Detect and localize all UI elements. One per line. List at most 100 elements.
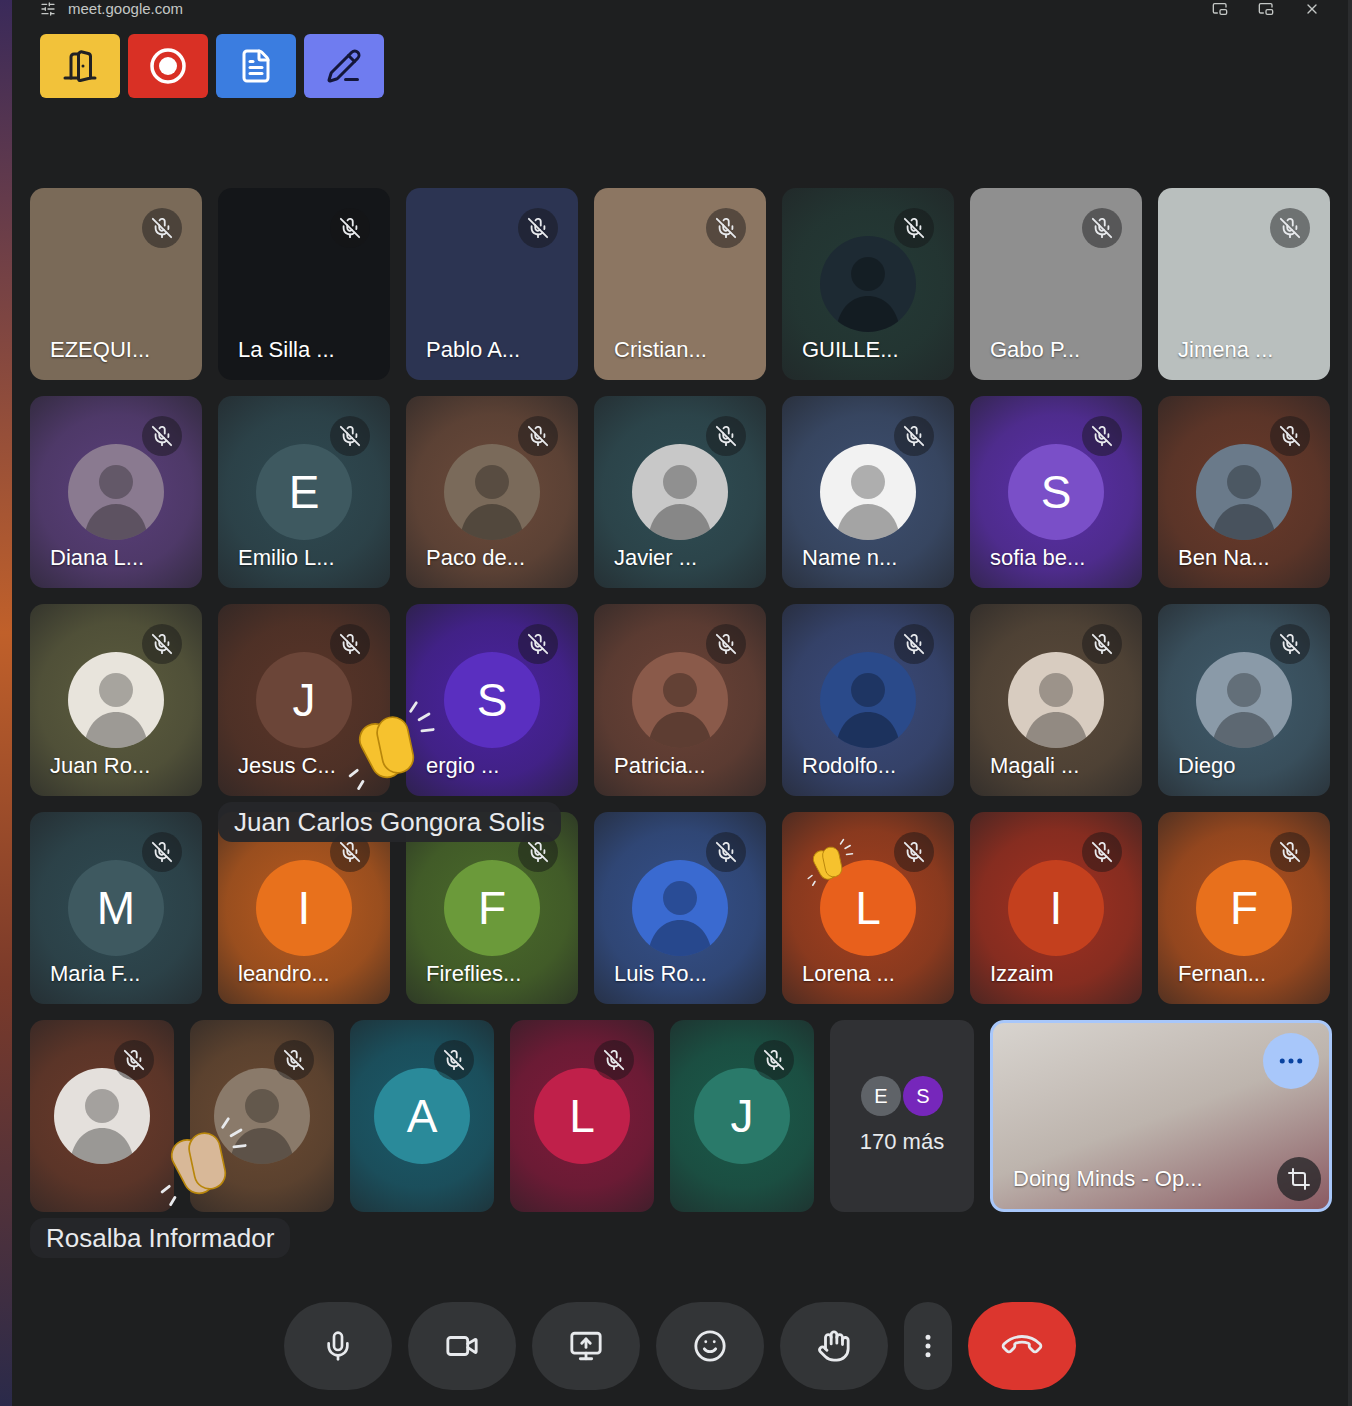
participant-avatar: M xyxy=(68,860,164,956)
close-icon[interactable] xyxy=(1304,1,1320,17)
participant-name: Magali ... xyxy=(990,752,1134,780)
participant-avatar xyxy=(820,652,916,748)
mic-off-icon xyxy=(715,633,737,655)
mic-off-icon xyxy=(339,425,361,447)
leave-call-button[interactable] xyxy=(968,1302,1076,1390)
participant-name: GUILLE... xyxy=(802,336,946,364)
muted-badge xyxy=(114,1040,154,1080)
self-name: Doing Minds - Op... xyxy=(1013,1165,1269,1193)
participant-tile[interactable]: La Silla ... xyxy=(218,188,390,380)
participant-name: Gabo P... xyxy=(990,336,1134,364)
self-tile[interactable]: Doing Minds - Op... xyxy=(990,1020,1332,1212)
camera-button[interactable] xyxy=(408,1302,516,1390)
participant-tile[interactable]: Luis Ro... xyxy=(594,812,766,1004)
reactions-button[interactable] xyxy=(656,1302,764,1390)
participant-tile[interactable]: JJesus C...Juan Carlos Gongora Solis xyxy=(218,604,390,796)
mic-off-icon xyxy=(527,217,549,239)
mic-off-icon xyxy=(1279,217,1301,239)
participant-tile[interactable]: Juan Ro... xyxy=(30,604,202,796)
more-options-button[interactable] xyxy=(904,1302,952,1390)
participant-name: ergio ... xyxy=(426,752,570,780)
mic-off-icon xyxy=(123,1049,145,1071)
muted-badge xyxy=(706,416,746,456)
mic-off-icon xyxy=(715,217,737,239)
participant-tile[interactable]: Diego xyxy=(1158,604,1330,796)
participant-tile[interactable]: Javier ... xyxy=(594,396,766,588)
whiteboard-button[interactable] xyxy=(304,34,384,98)
participant-name: Emilio L... xyxy=(238,544,382,572)
participant-name: Rodolfo... xyxy=(802,752,946,780)
person-photo-icon xyxy=(214,1068,310,1164)
mic-off-icon xyxy=(527,425,549,447)
muted-badge xyxy=(1270,416,1310,456)
participant-tile[interactable]: LLorena ... xyxy=(782,812,954,1004)
participant-avatar xyxy=(820,444,916,540)
participant-tile[interactable]: Paco de... xyxy=(406,396,578,588)
person-photo-icon xyxy=(632,444,728,540)
present-button[interactable] xyxy=(532,1302,640,1390)
participant-tile[interactable]: Pablo A... xyxy=(406,188,578,380)
participant-tile[interactable]: Jimena ... xyxy=(1158,188,1330,380)
participant-name: Maria F... xyxy=(50,960,194,988)
participant-avatar: S xyxy=(1008,444,1104,540)
person-photo-icon xyxy=(1196,444,1292,540)
muted-badge xyxy=(330,624,370,664)
picture-in-picture-icon[interactable] xyxy=(1258,1,1274,17)
record-icon xyxy=(148,46,188,86)
participant-name: Jimena ... xyxy=(1178,336,1322,364)
participant-tile[interactable]: Name n... xyxy=(782,396,954,588)
person-photo-icon xyxy=(1196,652,1292,748)
mic-off-icon xyxy=(339,633,361,655)
participant-tile[interactable]: M Maria F... xyxy=(30,812,202,1004)
participant-tile[interactable]: EZEQUI... xyxy=(30,188,202,380)
participant-tile[interactable]: E Emilio L... xyxy=(218,396,390,588)
record-button[interactable] xyxy=(128,34,208,98)
muted-badge xyxy=(142,416,182,456)
mic-button[interactable] xyxy=(284,1302,392,1390)
participant-tile[interactable]: GUILLE... xyxy=(782,188,954,380)
muted-badge xyxy=(706,832,746,872)
more-participants-tile[interactable]: ES170 más xyxy=(830,1020,974,1212)
participant-avatar xyxy=(54,1068,150,1164)
door-icon xyxy=(62,48,98,84)
participant-name: Lorena ... xyxy=(802,960,946,988)
site-settings-icon[interactable] xyxy=(40,1,56,17)
muted-badge xyxy=(1270,208,1310,248)
participant-tile[interactable]: Rodolfo... xyxy=(782,604,954,796)
raise-hand-button[interactable] xyxy=(780,1302,888,1390)
participant-tile[interactable]: Sergio ... xyxy=(406,604,578,796)
transcript-button[interactable] xyxy=(216,34,296,98)
participant-tile[interactable]: Gabo P... xyxy=(970,188,1142,380)
muted-badge xyxy=(706,624,746,664)
participant-name: Izzaim xyxy=(990,960,1134,988)
participant-tile[interactable]: Magali ... xyxy=(970,604,1142,796)
participant-tile[interactable]: Ssofia be... xyxy=(970,396,1142,588)
participant-name: Pablo A... xyxy=(426,336,570,364)
reaction-badge xyxy=(806,838,854,886)
self-more-button[interactable] xyxy=(1263,1033,1319,1089)
participant-avatar: I xyxy=(256,860,352,956)
participant-tile[interactable]: Patricia... xyxy=(594,604,766,796)
participant-avatar xyxy=(1196,652,1292,748)
muted-badge xyxy=(434,1040,474,1080)
participant-tile[interactable]: L xyxy=(510,1020,654,1212)
mic-off-icon xyxy=(283,1049,305,1071)
muted-badge xyxy=(518,208,558,248)
participant-tile[interactable]: FFernan... xyxy=(1158,812,1330,1004)
muted-badge xyxy=(1082,624,1122,664)
participant-avatar: E xyxy=(256,444,352,540)
participant-tile[interactable]: Diana L... xyxy=(30,396,202,588)
participant-name: Fernan... xyxy=(1178,960,1322,988)
mic-off-icon xyxy=(715,841,737,863)
crop-button[interactable] xyxy=(1277,1157,1321,1201)
cast-icon[interactable] xyxy=(1212,1,1228,17)
participant-tile[interactable]: Ben Na... xyxy=(1158,396,1330,588)
participant-tile[interactable]: Rosalba Informador xyxy=(30,1020,174,1212)
participant-tile[interactable]: Cristian... xyxy=(594,188,766,380)
participant-tile[interactable]: A xyxy=(350,1020,494,1212)
participant-tile[interactable]: J xyxy=(670,1020,814,1212)
participant-tile[interactable]: IIzzaim xyxy=(970,812,1142,1004)
clap-icon xyxy=(346,700,436,790)
breakout-button[interactable] xyxy=(40,34,120,98)
muted-badge xyxy=(142,208,182,248)
